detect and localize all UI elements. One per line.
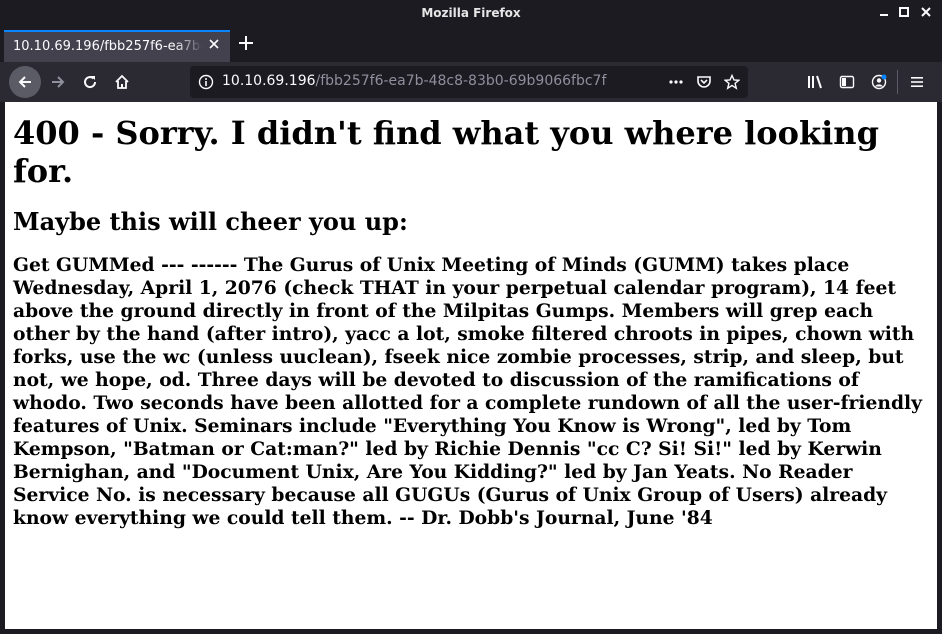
page-viewport: 400 - Sorry. I didn't find what you wher… (5, 102, 937, 629)
error-heading: 400 - Sorry. I didn't find what you wher… (13, 114, 879, 190)
bookmark-star-icon[interactable] (723, 73, 741, 90)
home-button[interactable] (106, 66, 138, 98)
url-host: 10.10.69.196 (222, 73, 316, 89)
toolbar-separator (897, 70, 898, 94)
window-border-right (937, 102, 942, 634)
hamburger-menu-icon[interactable] (909, 74, 925, 90)
account-icon[interactable] (871, 74, 887, 90)
window-border-left (0, 102, 5, 634)
tab-close-icon[interactable] (206, 38, 222, 54)
page-actions-icon[interactable] (668, 74, 684, 90)
new-tab-icon[interactable] (236, 34, 256, 54)
tab-strip: 10.10.69.196/fbb257f6-ea7b-48c8-83b0-69b… (0, 28, 942, 62)
minimize-icon[interactable] (876, 6, 892, 22)
back-arrow-icon (18, 76, 31, 88)
page-content: 400 - Sorry. I didn't find what you wher… (13, 114, 929, 530)
sidebar-icon[interactable] (839, 74, 855, 90)
forward-arrow-icon (52, 76, 65, 88)
library-icon[interactable] (807, 74, 823, 90)
navigation-toolbar: 10.10.69.196/fbb257f6-ea7b-48c8-83b0-69b… (0, 62, 942, 102)
tab-title: 10.10.69.196/fbb257f6-ea7b-48c8-83b0-69b… (13, 39, 203, 54)
site-info-icon[interactable] (198, 74, 214, 90)
address-bar[interactable]: 10.10.69.196/fbb257f6-ea7b-48c8-83b0-69b… (190, 66, 748, 98)
window-title: Mozilla Firefox (421, 6, 521, 20)
cheer-up-subheading: Maybe this will cheer you up: (13, 207, 408, 236)
back-button[interactable] (9, 66, 41, 98)
url-text[interactable]: 10.10.69.196/fbb257f6-ea7b-48c8-83b0-69b… (222, 73, 606, 89)
forward-button[interactable] (42, 66, 74, 98)
window-border-bottom (0, 629, 942, 634)
url-path: /fbb257f6-ea7b-48c8-83b0-69b9066fbc7f (315, 73, 607, 89)
maximize-icon[interactable] (896, 6, 912, 22)
reload-icon (84, 76, 97, 89)
fortune-quote: Get GUMMed --- ------ The Gurus of Unix … (13, 254, 922, 529)
home-icon (115, 74, 129, 89)
close-window-icon[interactable] (918, 6, 934, 22)
reload-button[interactable] (74, 66, 106, 98)
pocket-icon[interactable] (696, 74, 712, 90)
window-titlebar: Mozilla Firefox (0, 0, 942, 28)
tab-active[interactable]: 10.10.69.196/fbb257f6-ea7b-48c8-83b0-69b… (4, 30, 230, 62)
